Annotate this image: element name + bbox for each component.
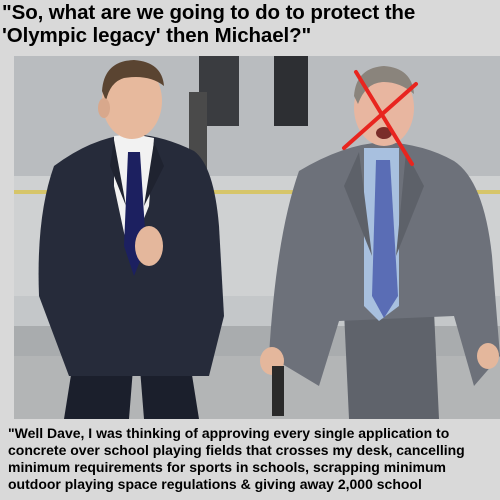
caption-line-4: outdoor playing space regulations & givi… xyxy=(8,476,422,492)
headline-line-1: "So, what are we going to do to protect … xyxy=(2,1,416,24)
headline: "So, what are we going to do to protect … xyxy=(2,1,500,47)
caption-line-1: "Well Dave, I was thinking of approving … xyxy=(8,425,450,441)
headline-line-2: 'Olympic legacy' then Michael?" xyxy=(2,24,312,47)
street-photo xyxy=(14,56,500,419)
caption: "Well Dave, I was thinking of approving … xyxy=(8,425,500,493)
caption-line-3: minimum requirements for sports in schoo… xyxy=(8,459,446,475)
caption-line-2: concrete over school playing fields that… xyxy=(8,442,465,458)
